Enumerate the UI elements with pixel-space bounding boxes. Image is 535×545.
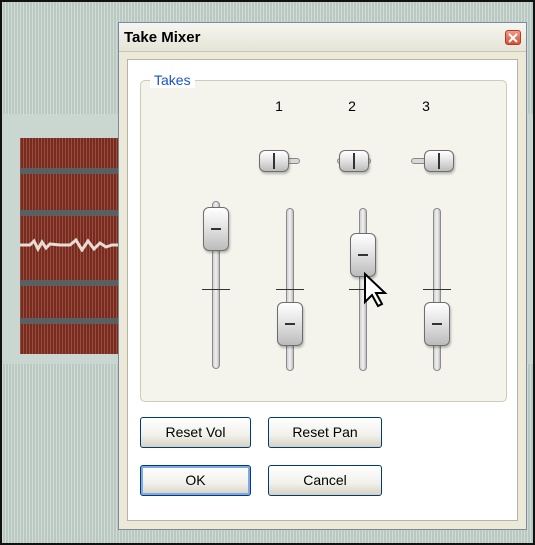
take-mixer-dialog: Take Mixer 1 2 3 Takes Reset Vol Reset P… — [118, 22, 527, 530]
dialog-title: Take Mixer — [124, 29, 201, 46]
close-button[interactable] — [505, 30, 521, 45]
take-2-volume-knob[interactable] — [350, 232, 376, 277]
master-volume-knob[interactable] — [203, 207, 229, 252]
take-1-label: 1 — [275, 98, 283, 114]
take-lane — [20, 318, 130, 324]
take-lane — [20, 280, 130, 286]
take-lane — [20, 210, 130, 216]
mouse-pointer-icon — [364, 272, 388, 308]
take-3-pan-knob[interactable] — [424, 150, 454, 172]
dialog-body: 1 2 3 Takes Reset Vol Reset Pan OK Cance… — [127, 59, 518, 521]
take-1-pan-knob[interactable] — [259, 150, 289, 172]
take-1-volume-zero-mark — [276, 289, 304, 290]
take-3-label: 3 — [422, 98, 430, 114]
cancel-button[interactable]: Cancel — [268, 465, 382, 496]
take-lane — [20, 168, 130, 174]
media-item[interactable] — [20, 138, 130, 354]
take-2-pan-knob[interactable] — [339, 150, 369, 172]
take-3-volume-zero-mark — [423, 289, 451, 290]
reset-vol-button[interactable]: Reset Vol — [140, 417, 251, 448]
takes-group-label: Takes — [150, 72, 195, 88]
close-icon — [508, 33, 518, 43]
reset-pan-button[interactable]: Reset Pan — [268, 417, 382, 448]
take-1-volume-knob[interactable] — [277, 301, 303, 346]
master-volume-zero-mark — [202, 289, 230, 290]
waveform — [20, 238, 130, 252]
takes-group: 1 2 3 — [140, 80, 507, 402]
take-3-volume-knob[interactable] — [424, 301, 450, 346]
take-2-label: 2 — [348, 98, 356, 114]
title-bar[interactable]: Take Mixer — [119, 23, 526, 52]
ok-button[interactable]: OK — [140, 465, 251, 496]
